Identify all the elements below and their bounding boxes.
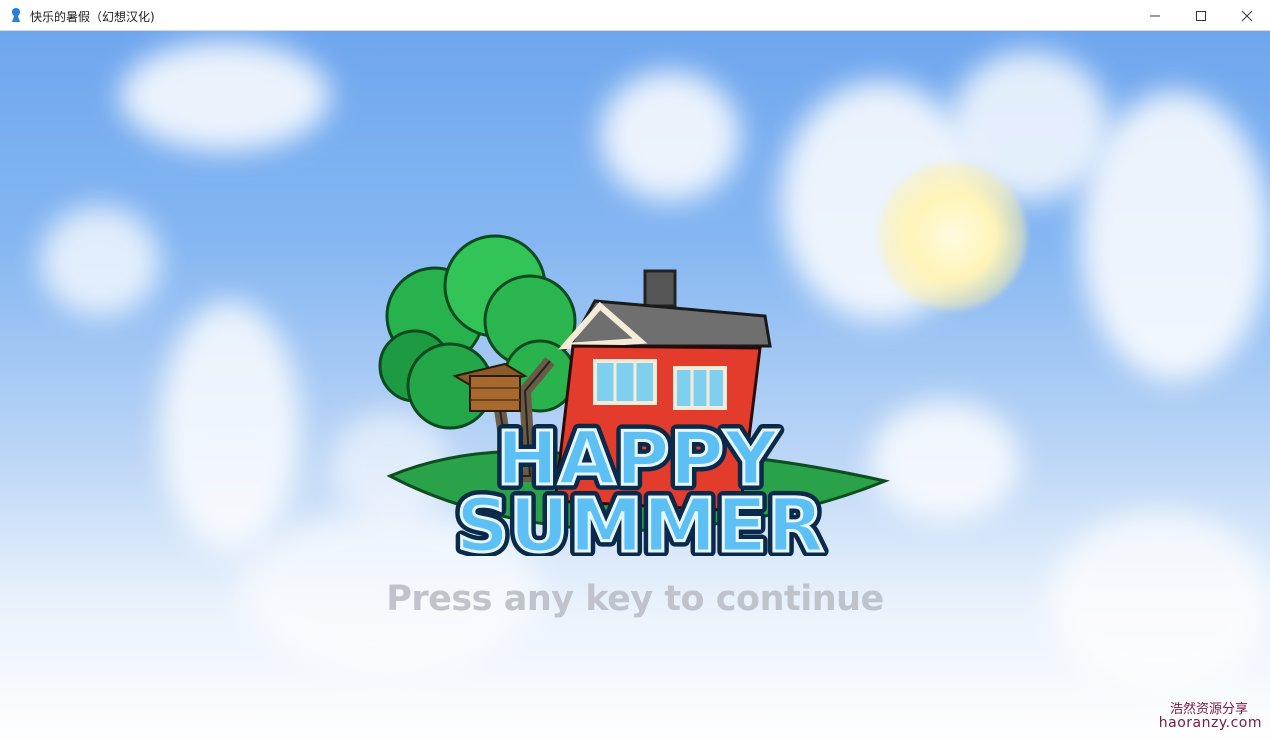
cloud: [600, 71, 740, 201]
minimize-icon: [1150, 15, 1160, 16]
maximize-button[interactable]: [1178, 0, 1224, 31]
cloud: [120, 41, 330, 151]
watermark-url: haoranzy.com: [1158, 715, 1262, 731]
game-logo: HAPPY HAPPY SUMMER SUMMER: [378, 234, 891, 556]
sun: [878, 161, 1028, 311]
window-title: 快乐的暑假（幻想汉化): [30, 10, 155, 24]
close-button[interactable]: [1224, 0, 1270, 31]
app-icon: [12, 8, 20, 22]
title-screen[interactable]: HAPPY HAPPY SUMMER SUMMER Press any key …: [0, 31, 1270, 746]
logo-summer-text: SUMMER: [456, 483, 824, 556]
window-titlebar[interactable]: 快乐的暑假（幻想汉化): [0, 0, 1270, 31]
maximize-icon: [1196, 10, 1206, 21]
press-any-key-prompt: Press any key to continue: [386, 579, 884, 619]
cloud: [1080, 91, 1270, 381]
cloud: [160, 301, 300, 551]
minimize-button[interactable]: [1132, 0, 1178, 31]
close-icon: [1241, 10, 1253, 21]
cloud: [40, 206, 160, 316]
